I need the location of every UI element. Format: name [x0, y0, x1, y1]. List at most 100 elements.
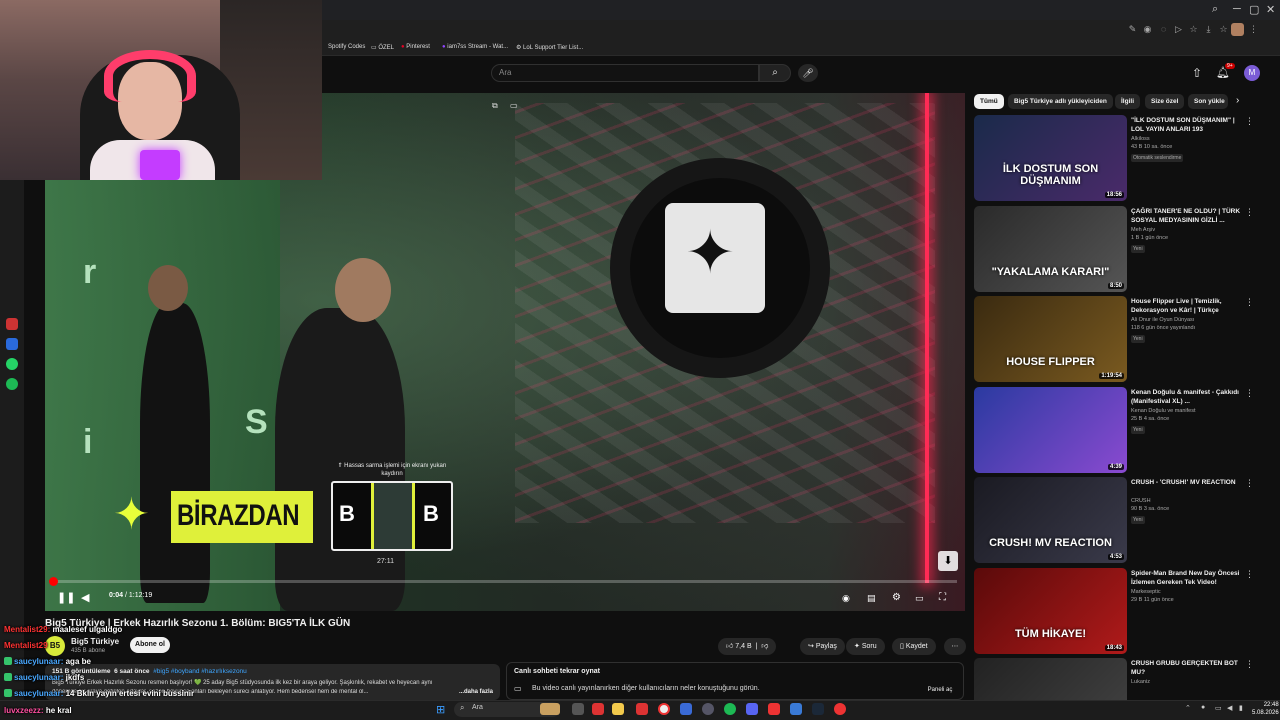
- channel-avatar[interactable]: B5: [45, 636, 65, 656]
- close-icon[interactable]: ✕: [1266, 3, 1275, 16]
- chip-for-you[interactable]: Size özel: [1145, 94, 1185, 109]
- extension-icon[interactable]: ◌: [1158, 24, 1169, 35]
- rec-channel[interactable]: CRUSH: [1131, 498, 1245, 506]
- rec-thumbnail[interactable]: TÜM HİKAYE! 18:43: [974, 568, 1127, 654]
- bookmark-icon[interactable]: ☆: [1218, 24, 1229, 35]
- app-icon[interactable]: [768, 703, 780, 715]
- rec-channel[interactable]: Alkiloss: [1131, 136, 1245, 144]
- more-options-icon[interactable]: ⋮: [1245, 207, 1254, 218]
- save-button[interactable]: ▯ Kaydet: [892, 638, 936, 655]
- download-icon[interactable]: ⤓: [1203, 24, 1214, 35]
- rec-thumbnail[interactable]: 4:39: [974, 387, 1127, 473]
- subscribe-button[interactable]: Abone ol: [130, 637, 170, 653]
- more-options-icon[interactable]: ⋮: [1245, 659, 1254, 670]
- menu-icon[interactable]: ⋮: [1248, 24, 1259, 35]
- rec-title[interactable]: "İLK DOSTUM SON DÜŞMANIM" | LOL YAYIN AN…: [1131, 117, 1243, 134]
- search-input[interactable]: [491, 64, 759, 82]
- chip-related[interactable]: İlgili: [1115, 94, 1140, 109]
- app-icon[interactable]: [702, 703, 714, 715]
- theater-mode-icon[interactable]: ▭: [915, 592, 924, 604]
- whatsapp-icon[interactable]: [6, 358, 18, 370]
- rec-thumbnail[interactable]: CRUSH! MV REACTION 4:53: [974, 477, 1127, 563]
- opera-icon[interactable]: [658, 703, 670, 715]
- rec-channel[interactable]: Ali Onur ile Oyun Dünyası: [1131, 317, 1245, 325]
- bookmark-item[interactable]: ▭ ÖZEL: [371, 44, 394, 51]
- bookmark-item[interactable]: ● iam7ss Stream - Wat...: [442, 44, 508, 50]
- rec-thumbnail[interactable]: "YAKALAMA KARARI" 8:50: [974, 206, 1127, 292]
- chevron-right-icon[interactable]: ›: [1236, 95, 1239, 106]
- rec-title[interactable]: CRUSH GRUBU GERÇEKTEN BOT MU?: [1131, 660, 1243, 677]
- rec-channel[interactable]: Markeseptic: [1131, 589, 1245, 597]
- battery-icon[interactable]: ▮: [1239, 704, 1243, 712]
- taskbar-clock[interactable]: 22:48 5.08.2026: [1252, 701, 1279, 717]
- rec-title[interactable]: CRUSH - 'CRUSH!' MV REACTION: [1131, 479, 1243, 488]
- progress-bar[interactable]: [53, 580, 957, 583]
- app-icon[interactable]: [592, 703, 604, 715]
- share-button[interactable]: ↪ Paylaş: [800, 638, 845, 655]
- more-options-icon[interactable]: ⋮: [1245, 388, 1254, 399]
- bookmark-item[interactable]: Spotify Codes: [328, 44, 365, 50]
- discord-icon[interactable]: [746, 703, 758, 715]
- chip-recent[interactable]: Son yükle: [1188, 94, 1228, 109]
- rec-channel[interactable]: Meh Arşiv: [1131, 227, 1245, 235]
- more-actions-button[interactable]: ⋯: [944, 638, 966, 655]
- bookmark-item[interactable]: ⚙ LoL Support Tier List...: [516, 44, 583, 51]
- app-icon[interactable]: [636, 703, 648, 715]
- pause-icon[interactable]: ❚❚: [57, 592, 75, 604]
- steam-icon[interactable]: [812, 703, 824, 715]
- windows-start-icon[interactable]: ⊞: [436, 703, 445, 716]
- thumbs-down-icon[interactable]: 👎︎: [761, 643, 768, 650]
- volume-icon[interactable]: ◀︎: [81, 592, 89, 604]
- search-button[interactable]: ⌕: [759, 64, 791, 82]
- bookmark-item[interactable]: ● Pinterest: [401, 44, 430, 50]
- voice-search-button[interactable]: 🎤︎: [798, 64, 818, 82]
- more-options-icon[interactable]: ⋮: [1245, 116, 1254, 127]
- volume-icon[interactable]: ◀︎: [1227, 704, 1232, 712]
- rec-thumbnail[interactable]: İLK DOSTUM SON DÜŞMANIM 18:56: [974, 115, 1127, 201]
- rec-thumbnail[interactable]: HOUSE FLIPPER 1:19:54: [974, 296, 1127, 382]
- rec-title[interactable]: Spider-Man Brand New Day Öncesi İzlemen …: [1131, 570, 1243, 587]
- open-panel-button[interactable]: Paneli aç: [922, 683, 958, 697]
- minimize-icon[interactable]: ─: [1233, 3, 1241, 15]
- upload-icon[interactable]: ⇧: [1192, 66, 1202, 80]
- ask-button[interactable]: ✦ Soru: [846, 638, 885, 655]
- cast-icon[interactable]: ▭: [510, 101, 518, 110]
- app-icon[interactable]: [834, 703, 846, 715]
- app-icon[interactable]: [790, 703, 802, 715]
- search-icon[interactable]: ⌕: [1212, 3, 1218, 16]
- extension-icon[interactable]: ✎: [1127, 24, 1138, 35]
- app-icon[interactable]: [680, 703, 692, 715]
- messenger-icon[interactable]: [6, 338, 18, 350]
- spotify-icon[interactable]: [6, 378, 18, 390]
- show-more-link[interactable]: ...daha fazla: [459, 689, 493, 695]
- network-icon[interactable]: ▭: [1215, 704, 1222, 712]
- spotify-icon[interactable]: [724, 703, 736, 715]
- profile-avatar[interactable]: [1231, 23, 1244, 36]
- more-options-icon[interactable]: ⋮: [1245, 569, 1254, 580]
- account-avatar[interactable]: M: [1244, 65, 1260, 81]
- maximize-icon[interactable]: ▢: [1249, 3, 1259, 16]
- more-options-icon[interactable]: ⋮: [1245, 297, 1254, 308]
- app-icon[interactable]: [6, 318, 18, 330]
- autoplay-toggle[interactable]: ◉: [842, 592, 850, 604]
- tray-chevron-icon[interactable]: ⌃: [1185, 704, 1191, 712]
- download-icon[interactable]: ⬇: [938, 551, 958, 571]
- scrubber-handle[interactable]: [49, 577, 58, 586]
- task-view-icon[interactable]: [572, 703, 584, 715]
- play-icon[interactable]: ▷: [1173, 24, 1184, 35]
- file-explorer-icon[interactable]: [612, 703, 624, 715]
- chip-all[interactable]: Tümü: [974, 94, 1004, 109]
- more-options-icon[interactable]: ⋮: [1245, 478, 1254, 489]
- fullscreen-icon[interactable]: ⛶: [939, 592, 946, 604]
- subtitles-icon[interactable]: ▤: [867, 592, 876, 604]
- extension-icon[interactable]: ☆: [1188, 24, 1199, 35]
- settings-icon[interactable]: ⚙: [892, 592, 901, 604]
- rec-channel[interactable]: Kenan Doğulu ve manifest: [1131, 408, 1245, 416]
- mic-tray-icon[interactable]: ●: [1201, 704, 1205, 711]
- rec-title[interactable]: Kenan Doğulu & manifest - Çakkıdı (Manif…: [1131, 389, 1243, 406]
- rec-title[interactable]: ÇAĞRI TANER'E NE OLDU? | TÜRK SOSYAL MED…: [1131, 208, 1243, 225]
- miniplayer-icon[interactable]: ⧉: [492, 101, 498, 111]
- chip-from-uploader[interactable]: Big5 Türkiye adlı yükleyiciden: [1008, 94, 1113, 109]
- rec-channel[interactable]: Lukaniz: [1131, 679, 1245, 687]
- channel-name[interactable]: Big5 Türkiye: [71, 637, 119, 646]
